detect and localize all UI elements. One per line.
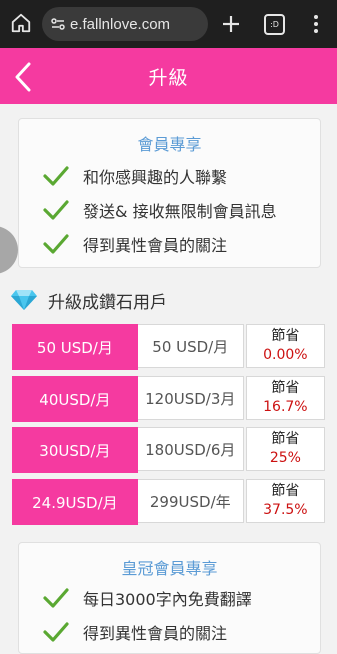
more-menu-icon[interactable] bbox=[308, 13, 324, 35]
plan-total-price[interactable]: 299USD/年 bbox=[137, 479, 244, 523]
perk-item: 和你感興趣的人聯繫 bbox=[43, 163, 227, 189]
member-perks-card: 會員專享 和你感興趣的人聯繫 發送& 接收無限制會員訊息 得到異性會員的關注 bbox=[18, 118, 321, 268]
plan-monthly-price[interactable]: 50 USD/月 bbox=[12, 324, 138, 370]
savings-label: 節省 bbox=[271, 380, 300, 396]
savings-percent: 16.7% bbox=[263, 399, 308, 415]
savings-percent: 37.5% bbox=[263, 502, 308, 518]
diamond-section-heading: 升級成鑽石用戶 bbox=[10, 286, 167, 314]
plan-savings: 節省 25% bbox=[245, 427, 325, 471]
url-text: e.fallnlove.com bbox=[70, 15, 171, 33]
diamond-heading-text: 升級成鑽石用戶 bbox=[48, 292, 167, 313]
checkmark-icon bbox=[43, 166, 69, 186]
perk-text: 得到異性會員的關注 bbox=[83, 624, 228, 643]
perk-item: 得到異性會員的關注 bbox=[43, 231, 227, 257]
home-icon[interactable] bbox=[10, 12, 32, 34]
new-tab-icon[interactable] bbox=[220, 13, 242, 35]
perk-text: 發送& 接收無限制會員訊息 bbox=[83, 202, 277, 221]
plan-row[interactable]: 30USD/月 180USD/6月 節省 25% bbox=[12, 427, 325, 473]
perk-text: 得到異性會員的關注 bbox=[83, 236, 228, 255]
savings-label: 節省 bbox=[271, 431, 300, 447]
plan-row[interactable]: 24.9USD/月 299USD/年 節省 37.5% bbox=[12, 479, 325, 525]
perk-item: 發送& 接收無限制會員訊息 bbox=[43, 197, 277, 223]
plan-savings: 節省 16.7% bbox=[245, 376, 325, 420]
checkmark-icon bbox=[43, 588, 69, 608]
perk-item: 得到異性會員的關注 bbox=[43, 619, 227, 645]
plan-total-price[interactable]: 50 USD/月 bbox=[137, 324, 244, 368]
plan-monthly-price[interactable]: 40USD/月 bbox=[12, 376, 138, 422]
address-bar[interactable]: e.fallnlove.com bbox=[42, 7, 208, 41]
savings-label: 節省 bbox=[271, 328, 300, 344]
side-scroll-handle[interactable] bbox=[0, 226, 18, 274]
diamond-icon bbox=[11, 290, 37, 310]
perk-item: 每日3000字內免費翻譯 bbox=[43, 585, 252, 611]
perk-text: 和你感興趣的人聯繫 bbox=[83, 168, 228, 187]
savings-percent: 0.00% bbox=[263, 347, 308, 363]
plan-savings: 節省 0.00% bbox=[245, 324, 325, 368]
perk-text: 每日3000字內免費翻譯 bbox=[83, 590, 252, 609]
plan-total-price[interactable]: 120USD/3月 bbox=[137, 376, 244, 420]
browser-toolbar: e.fallnlove.com :D bbox=[0, 0, 337, 48]
tab-switcher-button[interactable]: :D bbox=[264, 14, 285, 35]
page-title: 升級 bbox=[148, 67, 189, 89]
app-header: 升級 bbox=[0, 48, 337, 104]
plan-row[interactable]: 50 USD/月 50 USD/月 節省 0.00% bbox=[12, 324, 325, 370]
member-perks-title: 會員專享 bbox=[137, 135, 202, 154]
plan-monthly-price[interactable]: 24.9USD/月 bbox=[12, 479, 138, 525]
tab-count: :D bbox=[270, 20, 279, 29]
crown-perks-card: 皇冠會員專享 每日3000字內免費翻譯 得到異性會員的關注 bbox=[18, 542, 321, 654]
site-settings-icon[interactable] bbox=[50, 16, 66, 32]
crown-perks-title: 皇冠會員專享 bbox=[121, 559, 218, 578]
checkmark-icon bbox=[43, 200, 69, 220]
savings-percent: 25% bbox=[269, 450, 301, 466]
plan-savings: 節省 37.5% bbox=[245, 479, 325, 523]
plan-total-price[interactable]: 180USD/6月 bbox=[137, 427, 244, 471]
savings-label: 節省 bbox=[271, 483, 300, 499]
plan-monthly-price[interactable]: 30USD/月 bbox=[12, 427, 138, 473]
plan-row[interactable]: 40USD/月 120USD/3月 節省 16.7% bbox=[12, 376, 325, 422]
checkmark-icon bbox=[43, 234, 69, 254]
